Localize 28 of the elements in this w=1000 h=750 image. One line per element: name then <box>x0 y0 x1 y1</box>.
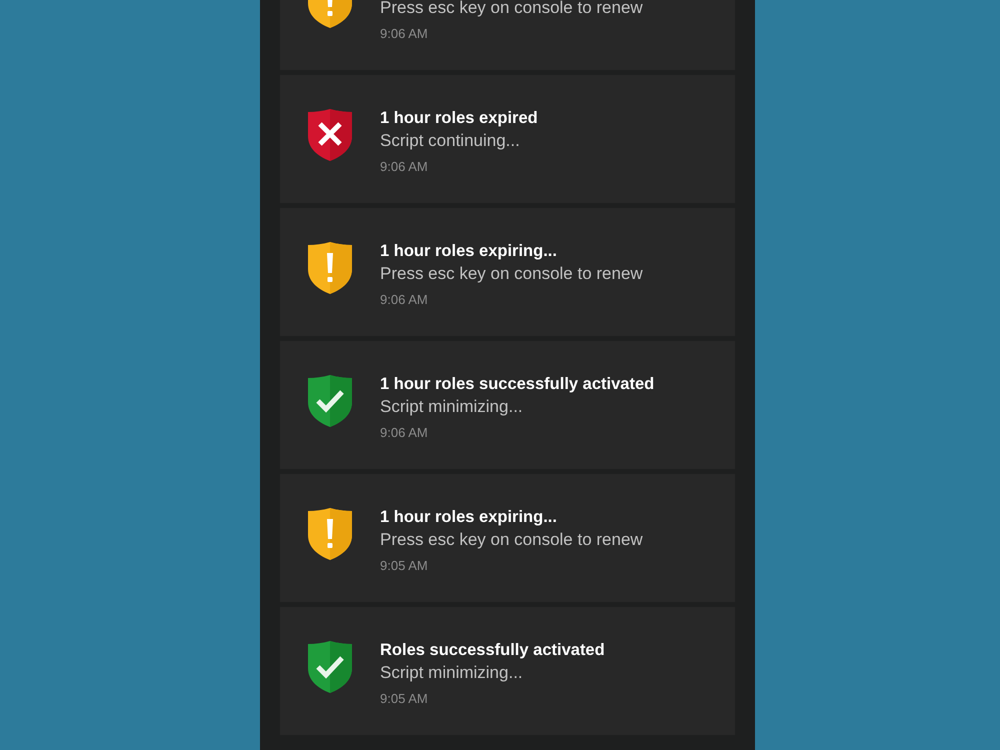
notification-time: 9:05 AM <box>380 557 429 575</box>
notification-message: Press esc key on console to renew <box>380 263 643 285</box>
notification-time: 9:06 AM <box>380 25 429 43</box>
notification-title: 1 hour roles expired <box>380 108 538 129</box>
notification-message: Script minimizing... <box>380 396 524 418</box>
notification-time: 9:06 AM <box>380 424 429 442</box>
shield-check-icon <box>307 374 353 428</box>
notification-time: 9:05 AM <box>380 690 429 708</box>
notification-title: 1 hour roles expiring... <box>380 507 558 528</box>
notification-message: Press esc key on console to renew <box>380 0 643 19</box>
notification-card[interactable]: Roles successfully activated Script minimizing... 9:05 AM <box>280 607 735 735</box>
shield-check-icon <box>307 640 353 694</box>
notification-card[interactable]: 1 hour roles expiring... Press esc key on console to renew 9:05 AM <box>280 474 735 602</box>
notification-title: 1 hour roles expiring... <box>380 241 558 262</box>
notification-message: Script continuing... <box>380 130 521 152</box>
notification-card[interactable]: Press esc key on console to renew 9:06 AM <box>280 0 735 70</box>
notification-message: Script minimizing... <box>380 662 524 684</box>
notification-message: Press esc key on console to renew <box>380 529 643 551</box>
shield-cross-icon <box>307 108 353 162</box>
shield-exclamation-icon <box>307 240 353 294</box>
notification-card[interactable]: 1 hour roles successfully activated Script minimizing... 9:06 AM <box>280 341 735 469</box>
notification-card[interactable]: 1 hour roles expiring... Press esc key on console to renew 9:06 AM <box>280 208 735 336</box>
notification-card[interactable]: 1 hour roles expired Script continuing... 9:06 AM <box>280 75 735 203</box>
notification-time: 9:06 AM <box>380 291 429 309</box>
notification-title: 1 hour roles successfully activated <box>380 374 654 395</box>
notification-title: Roles successfully activated <box>380 640 605 661</box>
notification-time: 9:06 AM <box>380 158 429 176</box>
shield-exclamation-icon <box>307 506 353 560</box>
